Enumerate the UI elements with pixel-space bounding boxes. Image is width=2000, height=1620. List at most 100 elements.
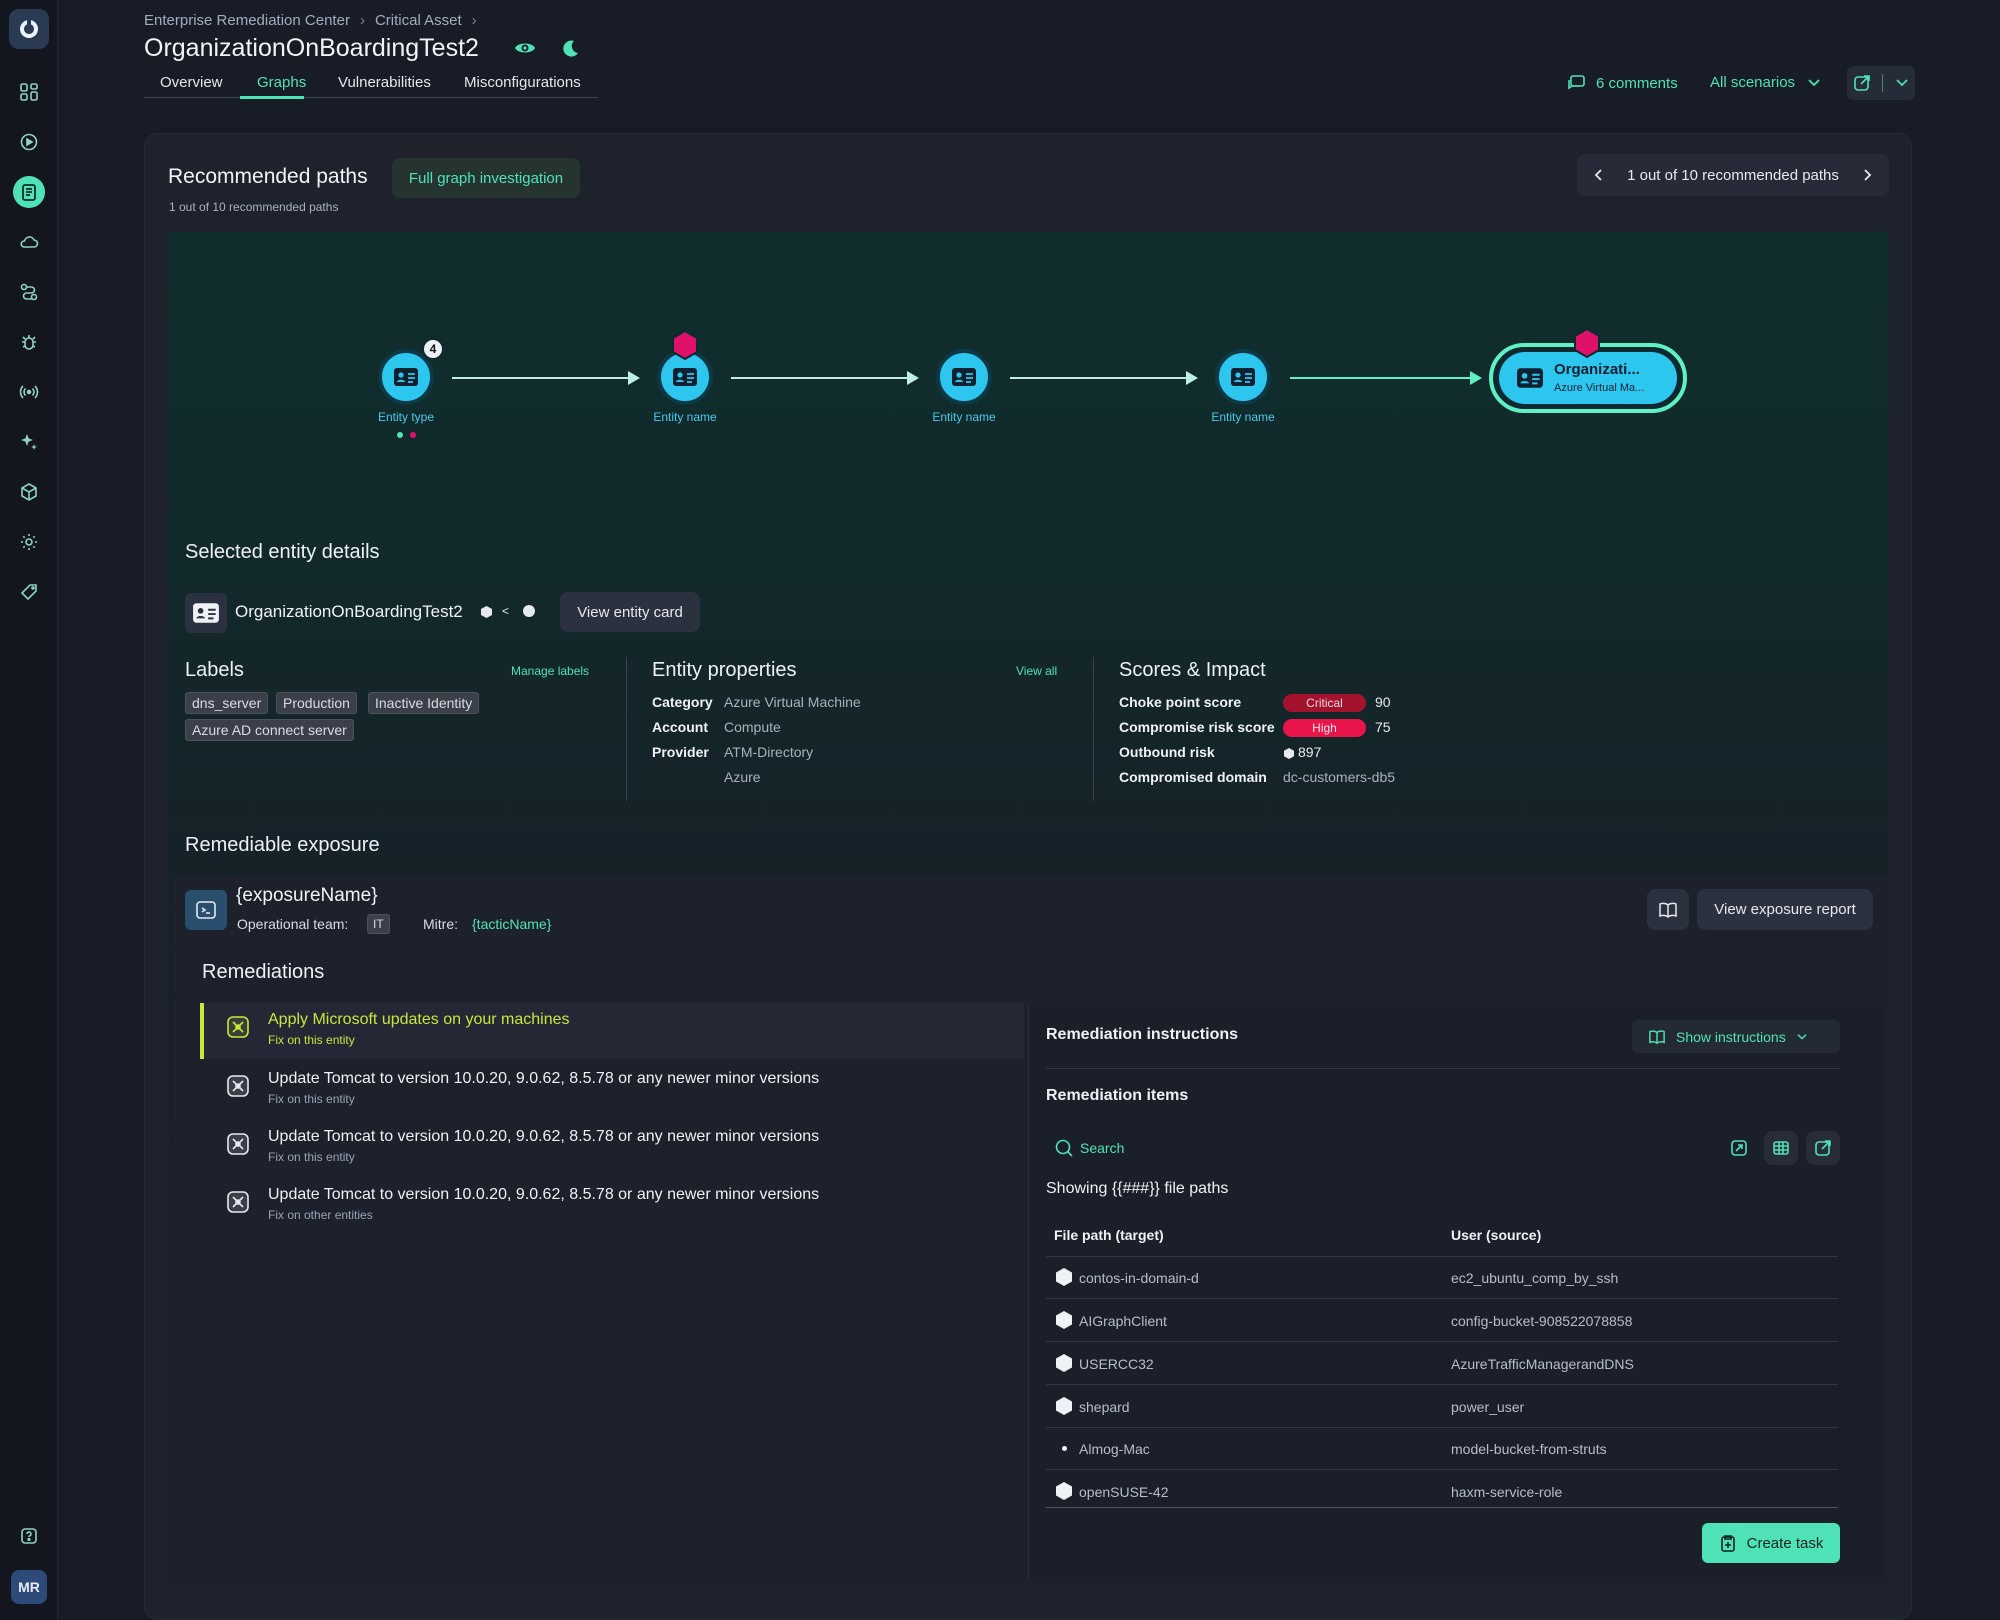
divider	[1882, 74, 1884, 92]
book-icon	[1648, 1029, 1666, 1045]
file-path-cell: contos-in-domain-d	[1079, 1270, 1199, 1286]
remediation-subtitle: Fix on this entity	[268, 1150, 355, 1164]
label-chip[interactable]: Azure AD connect server	[185, 719, 354, 741]
label-chip[interactable]: dns_server	[185, 692, 269, 714]
graph-node-entity-name[interactable]	[936, 349, 992, 405]
manage-labels-link[interactable]: Manage labels	[511, 664, 589, 678]
chevron-right-icon[interactable]	[1863, 168, 1873, 182]
routes-icon[interactable]	[13, 276, 45, 308]
search-input[interactable]	[1080, 1136, 1300, 1160]
remediation-item[interactable]: Update Tomcat to version 10.0.20, 9.0.62…	[200, 1062, 1024, 1118]
critical-hexagon-icon	[671, 330, 699, 360]
id-card-icon	[673, 368, 697, 386]
mitre-tactic-link[interactable]: {tacticName}	[472, 916, 551, 932]
property-value: ATM-Directory	[724, 744, 814, 760]
patch-icon	[226, 1015, 250, 1039]
share-menu-button[interactable]	[1847, 66, 1915, 100]
scenario-select[interactable]: All scenarios	[1710, 74, 1821, 91]
radar-icon[interactable]	[13, 126, 45, 158]
active-tab-indicator	[240, 96, 304, 99]
tab-vulnerabilities[interactable]: Vulnerabilities	[338, 74, 431, 91]
show-instructions-dropdown[interactable]: Show instructions	[1632, 1020, 1840, 1053]
sparkle-icon[interactable]	[13, 426, 45, 458]
pager-text: 1 out of 10 recommended paths	[1627, 166, 1839, 184]
sidebar: MR	[0, 0, 58, 1620]
label-chip[interactable]: Production	[276, 692, 357, 714]
tag-icon[interactable]	[13, 576, 45, 608]
remediation-instructions-title: Remediation instructions	[1046, 1026, 1239, 1043]
table-divider	[1046, 1469, 1838, 1470]
signal-icon[interactable]	[13, 376, 45, 408]
chevron-down-icon	[1807, 78, 1821, 88]
help-icon[interactable]	[13, 1520, 45, 1552]
view-exposure-report-button[interactable]: View exposure report	[1697, 889, 1873, 930]
book-icon[interactable]	[1647, 889, 1689, 930]
remediation-item[interactable]: Apply Microsoft updates on your machines…	[200, 1003, 1024, 1059]
selected-entity-name: OrganizationOnBoardingTest2	[235, 602, 463, 621]
remediation-items-title: Remediation items	[1046, 1087, 1189, 1104]
table-icon[interactable]	[1764, 1131, 1798, 1165]
comments-link[interactable]: 6 comments	[1566, 74, 1678, 92]
label-chip[interactable]: Inactive Identity	[368, 692, 480, 714]
table-divider	[1046, 1507, 1838, 1508]
moon-icon[interactable]	[560, 39, 580, 59]
expand-icon[interactable]	[1722, 1131, 1756, 1165]
target-node-title: Organizati...	[1554, 361, 1640, 378]
cloud-icon[interactable]	[13, 226, 45, 258]
compromised-domain-value: dc-customers-db5	[1283, 769, 1396, 785]
property-key: Account	[652, 719, 708, 735]
column-divider	[626, 657, 627, 801]
remediation-subtitle: Fix on this entity	[268, 1092, 355, 1106]
settings-icon[interactable]	[13, 526, 45, 558]
export-icon[interactable]	[1806, 1131, 1840, 1165]
column-divider	[1093, 657, 1094, 801]
view-all-link[interactable]: View all	[1016, 664, 1057, 678]
eye-icon[interactable]	[514, 40, 536, 56]
choke-point-label: Choke point score	[1119, 694, 1242, 710]
remediation-item[interactable]: Update Tomcat to version 10.0.20, 9.0.62…	[200, 1178, 1024, 1234]
app-logo[interactable]	[9, 9, 49, 49]
remediation-title: Apply Microsoft updates on your machines	[268, 1011, 570, 1028]
comments-icon	[1566, 74, 1586, 92]
tab-graphs[interactable]: Graphs	[257, 74, 306, 91]
remediations-title: Remediations	[202, 961, 325, 983]
arrowhead-icon	[907, 371, 919, 385]
chevron-left-icon[interactable]	[1593, 168, 1603, 182]
node-count-badge: 4	[422, 338, 444, 360]
breadcrumb-item[interactable]: Enterprise Remediation Center	[144, 12, 350, 29]
reports-icon[interactable]	[13, 176, 45, 208]
tab-misconfigurations[interactable]: Misconfigurations	[464, 74, 581, 91]
tab-overview[interactable]: Overview	[160, 74, 223, 91]
team-chip: IT	[367, 914, 390, 934]
cube-icon[interactable]	[13, 476, 45, 508]
outbound-risk-value: 897	[1298, 744, 1322, 760]
create-task-label: Create task	[1746, 1534, 1824, 1552]
divider	[1046, 1068, 1840, 1069]
property-key: Category	[652, 694, 713, 710]
table-divider	[1046, 1427, 1838, 1428]
view-entity-card-button[interactable]: View entity card	[560, 592, 700, 632]
graph-node-label: Entity name	[653, 410, 717, 424]
remediation-item[interactable]: Update Tomcat to version 10.0.20, 9.0.62…	[200, 1120, 1024, 1176]
target-node-subtitle: Azure Virtual Ma...	[1554, 382, 1645, 394]
remediation-subtitle: Fix on this entity	[268, 1033, 355, 1047]
graph-edge	[731, 377, 911, 379]
patch-icon	[226, 1190, 250, 1214]
file-path-cell: Almog-Mac	[1079, 1441, 1150, 1457]
dashboard-icon[interactable]	[13, 76, 45, 108]
id-card-icon	[394, 368, 418, 386]
arrowhead-icon	[1186, 371, 1198, 385]
full-graph-investigation-button[interactable]: Full graph investigation	[392, 158, 580, 198]
property-key: Provider	[652, 744, 709, 760]
file-path-cell: openSUSE-42	[1079, 1484, 1169, 1500]
breadcrumb-item[interactable]: Critical Asset	[375, 12, 462, 29]
bug-icon[interactable]	[13, 326, 45, 358]
graph-node-entity-name[interactable]	[1215, 349, 1271, 405]
patch-icon	[226, 1132, 250, 1156]
column-header-source[interactable]: User (source)	[1451, 1227, 1541, 1243]
avatar[interactable]: MR	[11, 1570, 47, 1604]
file-path-cell: AIGraphClient	[1079, 1313, 1167, 1329]
create-task-button[interactable]: Create task	[1702, 1523, 1840, 1563]
column-header-target[interactable]: File path (target)	[1054, 1227, 1164, 1243]
graph-node-label: Entity name	[1211, 410, 1275, 424]
